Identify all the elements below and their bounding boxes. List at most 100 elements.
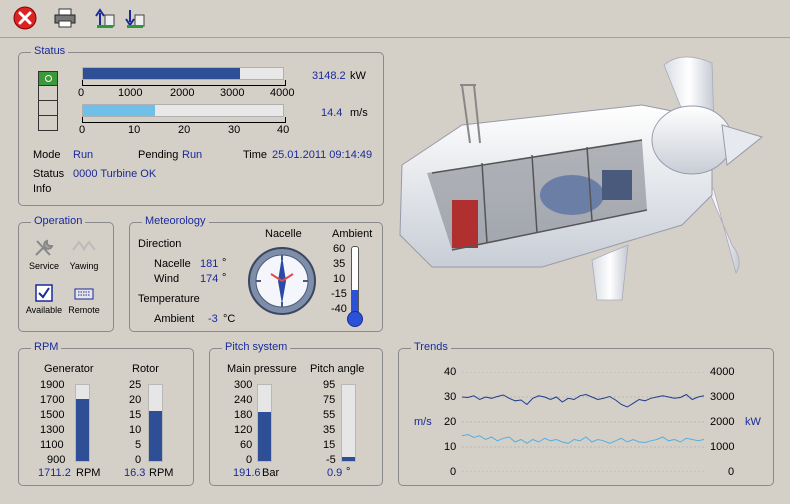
rotor-tick: 15 bbox=[129, 409, 142, 421]
power-bar-fill bbox=[83, 68, 241, 79]
status-value: 0000 Turbine OK bbox=[73, 168, 157, 180]
direction-label: Direction bbox=[138, 238, 182, 250]
trend-right-tick: 2000 bbox=[710, 416, 735, 428]
wind-trend-line bbox=[462, 433, 704, 444]
thermometer-tick: 10 bbox=[333, 273, 346, 285]
thermometer-title: Ambient bbox=[332, 228, 373, 240]
wind-direction-label: Wind bbox=[154, 273, 180, 285]
status-label: Status bbox=[33, 168, 65, 180]
trends-title: Trends bbox=[411, 341, 451, 353]
temperature-label: Temperature bbox=[138, 293, 200, 305]
pending-label: Pending bbox=[138, 149, 179, 161]
wind-speed-bar-fill bbox=[83, 105, 155, 116]
rotor-rpm-unit: RPM bbox=[149, 467, 174, 479]
main-pressure-fill bbox=[258, 412, 271, 461]
mode-label: Mode bbox=[33, 149, 61, 161]
download-button[interactable] bbox=[122, 5, 148, 31]
power-tick: 0 bbox=[78, 87, 85, 99]
close-button[interactable] bbox=[12, 5, 38, 31]
main-pressure-value: 191.6 bbox=[233, 467, 261, 479]
pressure-tick: 60 bbox=[240, 439, 253, 451]
nacelle-direction-label: Nacelle bbox=[154, 258, 191, 270]
main-pressure-unit: Bar bbox=[262, 467, 280, 479]
info-label: Info bbox=[33, 183, 52, 195]
power-tick: 1000 bbox=[118, 87, 143, 99]
pitch-angle-tick: 75 bbox=[323, 394, 336, 406]
pressure-tick: 0 bbox=[246, 454, 253, 466]
generator-rpm-unit: RPM bbox=[76, 467, 101, 479]
generator-rpm-bar bbox=[75, 384, 90, 462]
print-button[interactable] bbox=[52, 5, 78, 31]
thermometer-bulb bbox=[347, 311, 363, 327]
generator-tick: 1300 bbox=[40, 424, 65, 436]
nacelle-direction-value: 181 bbox=[200, 258, 219, 270]
trend-left-tick: 40 bbox=[444, 366, 457, 378]
checkbox-checked-icon bbox=[35, 284, 53, 302]
rotor-tick: 20 bbox=[129, 394, 142, 406]
available-checkbox[interactable]: Available bbox=[24, 284, 64, 315]
ambient-label: Ambient bbox=[154, 313, 195, 325]
generator-tick: 1700 bbox=[40, 394, 65, 406]
trend-right-tick: 3000 bbox=[710, 391, 735, 403]
pitch-system-title: Pitch system bbox=[222, 341, 291, 353]
rotor-tick: 25 bbox=[129, 379, 142, 391]
wind-tick: 40 bbox=[277, 124, 290, 136]
rotor-rpm-value: 16.3 bbox=[124, 467, 146, 479]
remote-label: Remote bbox=[68, 305, 100, 315]
close-icon bbox=[13, 6, 37, 30]
generator-rpm-fill bbox=[76, 399, 89, 461]
thermometer-tube bbox=[351, 246, 359, 316]
download-icon bbox=[125, 10, 145, 28]
rpm-title: RPM bbox=[31, 341, 62, 353]
pressure-tick: 120 bbox=[234, 424, 253, 436]
upload-icon bbox=[95, 8, 115, 28]
yaw-arrows-icon bbox=[72, 240, 96, 251]
pitch-angle-title: Pitch angle bbox=[310, 363, 365, 375]
generator-tick: 1500 bbox=[40, 409, 65, 421]
trend-left-tick: 30 bbox=[444, 391, 457, 403]
main-pressure-title: Main pressure bbox=[227, 363, 297, 375]
yawing-label: Yawing bbox=[69, 261, 99, 271]
degree-unit: ° bbox=[222, 272, 227, 284]
time-value: 25.01.2011 09:14:49 bbox=[272, 149, 373, 161]
degree-unit: ° bbox=[222, 257, 227, 269]
state-indicator bbox=[38, 71, 58, 131]
trends-chart bbox=[462, 372, 704, 472]
generator-tick: 900 bbox=[47, 454, 66, 466]
power-unit: kW bbox=[350, 70, 366, 82]
wind-direction-value: 174 bbox=[200, 273, 219, 285]
trend-left-tick: 10 bbox=[444, 441, 457, 453]
power-tick: 4000 bbox=[270, 87, 295, 99]
wind-tick: 10 bbox=[128, 124, 141, 136]
rotor-rpm-bar bbox=[148, 384, 163, 462]
operation-title: Operation bbox=[31, 215, 86, 227]
meteorology-title: Meteorology bbox=[142, 215, 209, 227]
wind-tick: 30 bbox=[228, 124, 241, 136]
yawing-button[interactable]: Yawing bbox=[64, 238, 104, 271]
trend-right-tick: 1000 bbox=[710, 441, 735, 453]
generator-tick: 1900 bbox=[40, 379, 65, 391]
wrench-icon bbox=[35, 239, 54, 256]
wind-tick: 20 bbox=[178, 124, 191, 136]
trend-right-tick: 4000 bbox=[710, 366, 735, 378]
power-tick: 3000 bbox=[220, 87, 245, 99]
wind-speed-bar bbox=[82, 104, 284, 117]
remote-checkbox[interactable]: Remote bbox=[64, 284, 104, 315]
upload-button[interactable] bbox=[92, 5, 118, 31]
pitch-angle-tick: -5 bbox=[326, 454, 336, 466]
power-trend-line bbox=[462, 393, 704, 408]
thermometer-tick: 60 bbox=[333, 243, 346, 255]
service-button[interactable]: Service bbox=[24, 238, 64, 271]
power-tick: 2000 bbox=[170, 87, 195, 99]
thermometer-tick: -40 bbox=[331, 303, 347, 315]
trend-left-tick: 0 bbox=[450, 466, 457, 478]
mode-value: Run bbox=[73, 149, 94, 161]
wind-tick: 0 bbox=[79, 124, 86, 136]
available-label: Available bbox=[25, 305, 63, 315]
temperature-unit: °C bbox=[223, 313, 236, 325]
trend-right-tick: 0 bbox=[728, 466, 735, 478]
status-title: Status bbox=[31, 45, 69, 57]
turbine-illustration bbox=[399, 56, 764, 301]
pitch-angle-bar bbox=[341, 384, 356, 462]
pitch-angle-tick: 95 bbox=[323, 379, 336, 391]
